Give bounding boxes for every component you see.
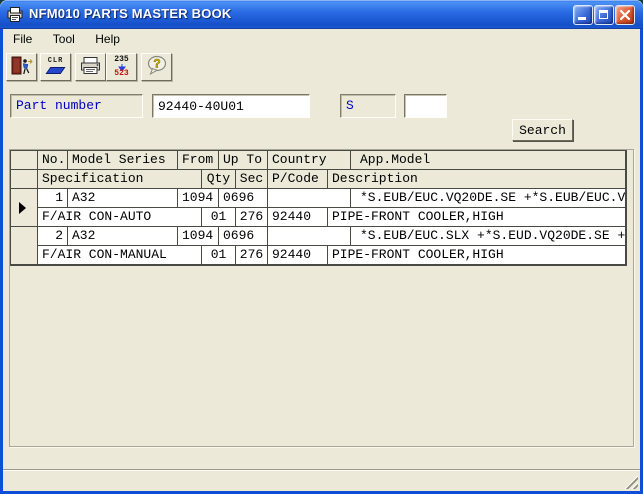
s-label: S xyxy=(340,94,396,118)
cell-app-model[interactable]: *S.EUB/EUC.SLX +*S.EUD.VQ20DE.SE +* xyxy=(351,227,626,246)
cell-country[interactable] xyxy=(268,227,351,246)
minimize-button[interactable] xyxy=(573,5,593,25)
menu-tool[interactable]: Tool xyxy=(45,30,83,46)
cell-p-code[interactable]: 92440 xyxy=(268,208,328,227)
cell-specification[interactable]: F/AIR CON-MANUAL xyxy=(38,246,202,265)
toolbar: CLR 235 523 ? xyxy=(3,50,640,84)
clear-label: CLR xyxy=(41,57,70,65)
printer-icon xyxy=(79,56,103,76)
exit-door-icon xyxy=(10,56,34,76)
help-bubble-icon: ? xyxy=(146,55,168,76)
cell-specification[interactable]: F/AIR CON-AUTO xyxy=(38,208,202,227)
cell-from[interactable]: 1094 xyxy=(178,227,219,246)
renumber-button[interactable]: 235 523 xyxy=(106,53,137,81)
cell-from[interactable]: 1094 xyxy=(178,189,219,208)
minimize-icon xyxy=(578,17,586,20)
cell-country[interactable] xyxy=(268,189,351,208)
col-header-country[interactable]: Country xyxy=(268,151,351,170)
cell-description[interactable]: PIPE-FRONT COOLER,HIGH xyxy=(328,246,626,265)
cell-qty[interactable]: 01 xyxy=(202,246,236,265)
col-header-qty[interactable]: Qty xyxy=(202,170,236,189)
print-button[interactable] xyxy=(75,53,106,81)
menu-help[interactable]: Help xyxy=(87,30,128,46)
cell-model-series[interactable]: A32 xyxy=(68,189,178,208)
resize-grip[interactable] xyxy=(624,475,638,489)
maximize-button[interactable] xyxy=(594,5,614,25)
col-header-sec[interactable]: Sec xyxy=(236,170,268,189)
cell-model-series[interactable]: A32 xyxy=(68,227,178,246)
search-button[interactable]: Search xyxy=(512,119,573,141)
close-button[interactable] xyxy=(615,5,635,25)
clear-button[interactable]: CLR xyxy=(40,53,71,81)
title-bar[interactable]: NFM010 PARTS MASTER BOOK xyxy=(0,0,643,29)
menu-bar: File Tool Help xyxy=(3,30,640,48)
col-header-description[interactable]: Description xyxy=(328,170,626,189)
selector-header-cell xyxy=(11,151,38,170)
cell-p-code[interactable]: 92440 xyxy=(268,246,328,265)
cell-description[interactable]: PIPE-FRONT COOLER,HIGH xyxy=(328,208,626,227)
app-window: NFM010 PARTS MASTER BOOK File Tool Help xyxy=(0,0,643,494)
current-row-arrow-icon xyxy=(19,202,26,214)
renumber-bottom-label: 523 xyxy=(107,70,136,78)
col-header-model-series[interactable]: Model Series xyxy=(68,151,178,170)
row-selector-record-1[interactable] xyxy=(11,189,38,227)
cell-qty[interactable]: 01 xyxy=(202,208,236,227)
col-header-no[interactable]: No. xyxy=(38,151,68,170)
cell-app-model[interactable]: *S.EUB/EUC.VQ20DE.SE +*S.EUB/EUC.VQ xyxy=(351,189,626,208)
col-header-p-code[interactable]: P/Code xyxy=(268,170,328,189)
cell-sec[interactable]: 276 xyxy=(236,246,268,265)
cell-up-to[interactable]: 0696 xyxy=(219,227,268,246)
app-printer-icon xyxy=(7,6,24,23)
status-bar xyxy=(3,471,640,491)
col-header-app-model[interactable]: App.Model xyxy=(351,151,626,170)
close-icon xyxy=(616,6,634,24)
help-button[interactable]: ? xyxy=(141,53,172,81)
window-title: NFM010 PARTS MASTER BOOK xyxy=(29,6,231,21)
cell-up-to[interactable]: 0696 xyxy=(219,189,268,208)
col-header-specification[interactable]: Specification xyxy=(38,170,202,189)
window-border-left xyxy=(0,20,3,494)
s-input[interactable] xyxy=(404,94,447,118)
row-selector-record-2[interactable] xyxy=(11,227,38,265)
parts-grid: No. Model Series From Up To Country App.… xyxy=(10,150,627,266)
eraser-icon xyxy=(46,67,66,74)
cell-no[interactable]: 2 xyxy=(38,227,68,246)
cell-sec[interactable]: 276 xyxy=(236,208,268,227)
col-header-from[interactable]: From xyxy=(178,151,219,170)
maximize-icon xyxy=(599,10,608,19)
selector-header-cell2 xyxy=(11,170,38,189)
svg-text:?: ? xyxy=(153,57,160,71)
renumber-top-label: 235 xyxy=(107,56,136,64)
part-number-label: Part number xyxy=(10,94,143,118)
exit-button[interactable] xyxy=(6,53,37,81)
cell-no[interactable]: 1 xyxy=(38,189,68,208)
menu-file[interactable]: File xyxy=(5,30,40,46)
col-header-up-to[interactable]: Up To xyxy=(219,151,268,170)
part-number-input[interactable] xyxy=(152,94,310,118)
